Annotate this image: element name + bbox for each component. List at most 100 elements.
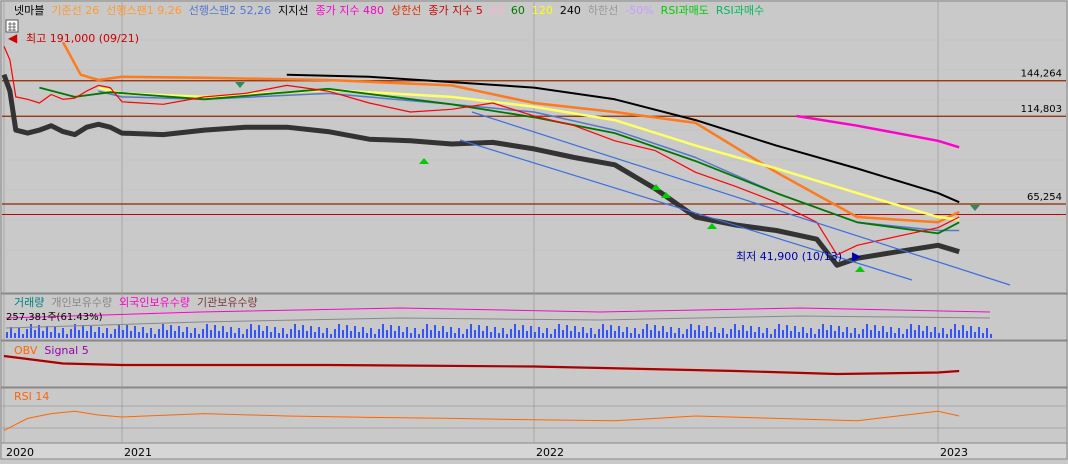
volume-bar (698, 325, 700, 338)
x-tick-label: 2022 (536, 446, 564, 459)
volume-bar (378, 329, 380, 338)
volume-bar (482, 331, 484, 338)
volume-bar (982, 333, 984, 338)
volume-bar (850, 333, 852, 338)
legend-item: 개인보유수량 (51, 296, 112, 309)
volume-bar (922, 331, 924, 338)
volume-bar (614, 331, 616, 338)
volume-bar (898, 328, 900, 338)
high-arrow-icon: ◀ (8, 31, 18, 45)
volume-bar (758, 327, 760, 338)
volume-bar (358, 332, 360, 338)
volume-bar (786, 325, 788, 338)
volume-bar (930, 332, 932, 338)
volume-bar (130, 331, 132, 338)
volume-bar (658, 331, 660, 338)
volume-bar (286, 334, 288, 338)
volume-bar (450, 327, 452, 338)
volume-bar (166, 330, 168, 338)
volume-bar (270, 332, 272, 338)
volume-bar (162, 324, 164, 338)
chart-menu-icon[interactable] (5, 19, 19, 33)
volume-bar (502, 328, 504, 338)
volume-bar (62, 328, 64, 338)
volume-bar (206, 324, 208, 338)
volume-bar (226, 332, 228, 338)
volume-bar (258, 325, 260, 338)
volume-bar (174, 331, 176, 338)
volume-bar (322, 333, 324, 338)
volume-bar (22, 334, 24, 338)
volume-bar (590, 328, 592, 338)
volume-bar (778, 324, 780, 338)
volume-bar (782, 330, 784, 338)
chart-canvas[interactable]: 144,264 114,803 65,254 2020 2021 2022 2023 넷마… (0, 0, 1068, 460)
volume-bar (238, 328, 240, 338)
volume-bar (562, 330, 564, 338)
volume-bar (282, 328, 284, 338)
volume-bar (594, 334, 596, 338)
volume-bar (934, 327, 936, 338)
volume-bar (374, 334, 376, 338)
volume-bar (954, 324, 956, 338)
volume-bar (974, 332, 976, 338)
volume-bar (894, 333, 896, 338)
volume-bar (918, 325, 920, 338)
x-tick-label: 2021 (124, 446, 152, 459)
volume-bar (870, 330, 872, 338)
volume-bar (302, 325, 304, 338)
volume-bar (354, 326, 356, 338)
volume-bar (946, 334, 948, 338)
volume-bar (618, 326, 620, 338)
volume-bar (558, 324, 560, 338)
volume-bar (670, 327, 672, 338)
volume-bar (134, 326, 136, 338)
volume-bar (34, 330, 36, 338)
volume-bar (54, 327, 56, 338)
volume-bar (578, 332, 580, 338)
volume-bar (586, 333, 588, 338)
stock-chart[interactable]: 144,264 114,803 65,254 2020 2021 2022 2023 넷마… (0, 0, 1068, 460)
volume-bar (862, 329, 864, 338)
volume-bar (678, 328, 680, 338)
volume-bar (530, 326, 532, 338)
volume-bar (606, 330, 608, 338)
volume-bar (570, 331, 572, 338)
volume-bar (526, 331, 528, 338)
volume-bar (198, 334, 200, 338)
level-label: 144,264 (1021, 69, 1062, 80)
legend-item: 선행스팬2 52,26 (189, 4, 271, 17)
high-annotation: ◀ 최고 191,000 (09/21) (8, 31, 139, 45)
volume-bar (318, 327, 320, 338)
volume-bar (770, 334, 772, 338)
volume-bar (866, 324, 868, 338)
volume-bar (6, 332, 8, 338)
volume-bar (262, 331, 264, 338)
volume-bar (802, 327, 804, 338)
volume-bar (646, 324, 648, 338)
volume-bar (466, 329, 468, 338)
obv-legend: OBV Signal 5 (14, 344, 89, 357)
volume-bar (18, 328, 20, 338)
volume-bar (326, 328, 328, 338)
volume-bar (298, 330, 300, 338)
volume-bar (422, 329, 424, 338)
volume-bar (686, 329, 688, 338)
legend-item: 거래량 (14, 296, 44, 309)
volume-bar (838, 326, 840, 338)
volume-bar (10, 327, 12, 338)
volume-bar (102, 333, 104, 338)
volume-bar (498, 333, 500, 338)
volume-bar (598, 329, 600, 338)
volume-bar (434, 325, 436, 338)
legend-item: 종가 지수 480 (316, 4, 384, 17)
legend-item: 60 (511, 4, 525, 17)
volume-bar (110, 334, 112, 338)
volume-bar (742, 325, 744, 338)
volume-bar (810, 328, 812, 338)
volume-bar (794, 326, 796, 338)
volume-bar (582, 327, 584, 338)
volume-bar (814, 334, 816, 338)
volume-readout: 257,381주(61.43%) (6, 312, 103, 323)
volume-bar (398, 326, 400, 338)
